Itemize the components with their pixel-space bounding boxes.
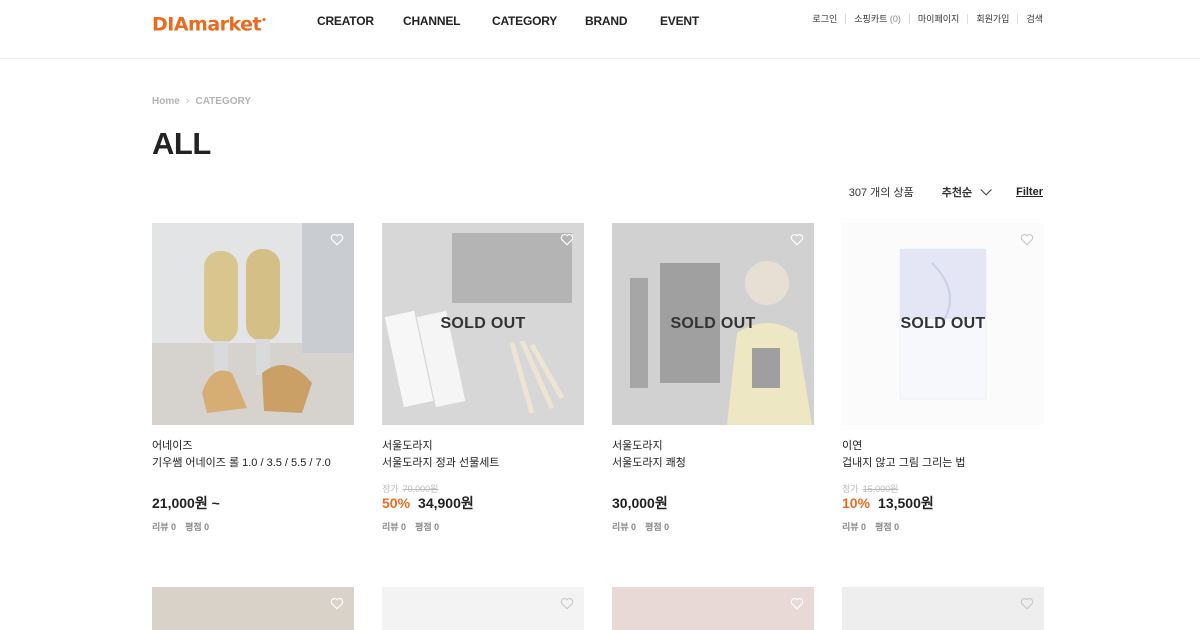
breadcrumb: Home › CATEGORY — [152, 95, 251, 107]
product-card[interactable]: SOLD OUT 서울도라지 서울도라지 정과 선물세트 정가 70,000원 5… — [382, 223, 584, 532]
soldout-label: SOLD OUT — [440, 315, 526, 332]
product-price: 34,900원 — [418, 495, 474, 511]
nav-event[interactable]: EVENT — [660, 14, 699, 28]
logo-text: DIAmarket — [152, 13, 262, 36]
product-meta: 리뷰 0 평점 0 — [152, 520, 209, 533]
hair-brush-photo — [152, 223, 354, 425]
price-row: 30,000원 — [612, 493, 668, 513]
page-title: ALL — [152, 126, 211, 161]
breadcrumb-separator-icon: › — [185, 95, 190, 107]
cart-label: 소핑카트 — [854, 14, 888, 24]
product-brand: 서울도라지 — [612, 440, 663, 452]
filter-button[interactable]: Filter — [1016, 186, 1043, 198]
discount-rate: 50% — [382, 495, 411, 511]
nav-channel[interactable]: CHANNEL — [403, 14, 460, 28]
product-price: 13,500원 — [878, 495, 934, 511]
product-brand: 서울도라지 — [382, 440, 433, 452]
site-logo[interactable]: DIAmarket• — [152, 10, 267, 36]
cart-link[interactable]: 소핑카트 (0) — [845, 14, 909, 24]
wishlist-heart-icon[interactable] — [560, 233, 574, 246]
product-card[interactable] — [842, 587, 1044, 630]
soldout-overlay: SOLD OUT — [612, 223, 814, 425]
wishlist-heart-icon[interactable] — [330, 233, 344, 246]
soldout-label: SOLD OUT — [670, 315, 756, 332]
sort-label: 추천순 — [941, 187, 973, 199]
product-image[interactable]: SOLD OUT — [612, 223, 814, 425]
product-meta: 리뷰 0 평점 0 — [612, 520, 669, 533]
nav-category[interactable]: CATEGORY — [492, 14, 557, 28]
product-price: 21,000원 ~ — [152, 495, 220, 511]
price-row: 21,000원 ~ — [152, 493, 220, 513]
rating-score: 평점 0 — [645, 522, 670, 532]
product-name[interactable]: 겁내지 않고 그림 그리는 법 — [842, 456, 1044, 470]
product-image[interactable]: SOLD OUT — [382, 223, 584, 425]
review-count: 리뷰 0 — [612, 522, 637, 532]
product-card[interactable] — [612, 587, 814, 630]
discount-rate: 10% — [842, 495, 871, 511]
breadcrumb-current[interactable]: CATEGORY — [195, 96, 251, 107]
logo-mark: • — [261, 16, 267, 26]
product-brand: 어네이즈 — [152, 440, 193, 452]
product-name[interactable]: 기우쌤 어네이즈 롤 1.0 / 3.5 / 5.5 / 7.0 — [152, 456, 354, 470]
search-link[interactable]: 검색 — [1017, 14, 1043, 24]
rating-score: 평점 0 — [875, 522, 900, 532]
product-card[interactable] — [152, 587, 354, 630]
product-image[interactable]: SOLD OUT — [842, 223, 1044, 425]
site-header: DIAmarket• CREATOR CHANNEL CATEGORY BRAN… — [0, 0, 1200, 59]
product-brand: 이연 — [842, 440, 863, 452]
product-card[interactable]: 어네이즈 기우쌤 어네이즈 롤 1.0 / 3.5 / 5.5 / 7.0 21… — [152, 223, 354, 532]
product-meta: 리뷰 0 평점 0 — [842, 520, 899, 533]
price-row: 50% 34,900원 — [382, 493, 474, 513]
breadcrumb-home[interactable]: Home — [152, 96, 180, 107]
wishlist-heart-icon[interactable] — [790, 597, 804, 610]
product-price: 30,000원 — [612, 495, 668, 511]
soldout-label: SOLD OUT — [900, 315, 986, 332]
list-toolbar: 307 개의 상품 추천순 Filter — [849, 184, 1043, 200]
soldout-overlay: SOLD OUT — [382, 223, 584, 425]
product-image[interactable] — [382, 587, 584, 630]
join-link[interactable]: 회원가입 — [967, 14, 1017, 24]
sort-dropdown[interactable]: 추천순 — [941, 184, 992, 200]
product-card[interactable]: SOLD OUT 이연 겁내지 않고 그림 그리는 법 정가 15,000원 10… — [842, 223, 1044, 532]
price-row: 10% 13,500원 — [842, 493, 934, 513]
product-name[interactable]: 서울도라지 쾌청 — [612, 456, 814, 470]
product-image[interactable] — [152, 587, 354, 630]
product-name[interactable]: 서울도라지 정과 선물세트 — [382, 456, 584, 470]
wishlist-heart-icon[interactable] — [1020, 233, 1034, 246]
nav-creator[interactable]: CREATOR — [317, 14, 374, 28]
product-meta: 리뷰 0 평점 0 — [382, 520, 439, 533]
review-count: 리뷰 0 — [152, 522, 177, 532]
product-count: 307 개의 상품 — [848, 187, 914, 199]
cart-count: (0) — [889, 14, 901, 24]
wishlist-heart-icon[interactable] — [790, 233, 804, 246]
rating-score: 평점 0 — [185, 522, 210, 532]
rating-score: 평점 0 — [415, 522, 440, 532]
wishlist-heart-icon[interactable] — [330, 597, 344, 610]
product-image[interactable] — [842, 587, 1044, 630]
product-card[interactable]: SOLD OUT 서울도라지 서울도라지 쾌청 30,000원 리뷰 0 평점 … — [612, 223, 814, 532]
login-link[interactable]: 로그인 — [804, 14, 845, 24]
product-card[interactable] — [382, 587, 584, 630]
mypage-link[interactable]: 마이페이지 — [908, 14, 967, 24]
product-image[interactable] — [152, 223, 354, 425]
chevron-down-icon — [980, 184, 992, 196]
wishlist-heart-icon[interactable] — [560, 597, 574, 610]
nav-brand[interactable]: BRAND — [585, 14, 628, 28]
review-count: 리뷰 0 — [382, 522, 407, 532]
soldout-overlay: SOLD OUT — [842, 223, 1044, 425]
product-image[interactable] — [612, 587, 814, 630]
wishlist-heart-icon[interactable] — [1020, 597, 1034, 610]
review-count: 리뷰 0 — [842, 522, 867, 532]
utility-menu: 로그인 소핑카트 (0) 마이페이지 회원가입 검색 — [804, 14, 1043, 24]
